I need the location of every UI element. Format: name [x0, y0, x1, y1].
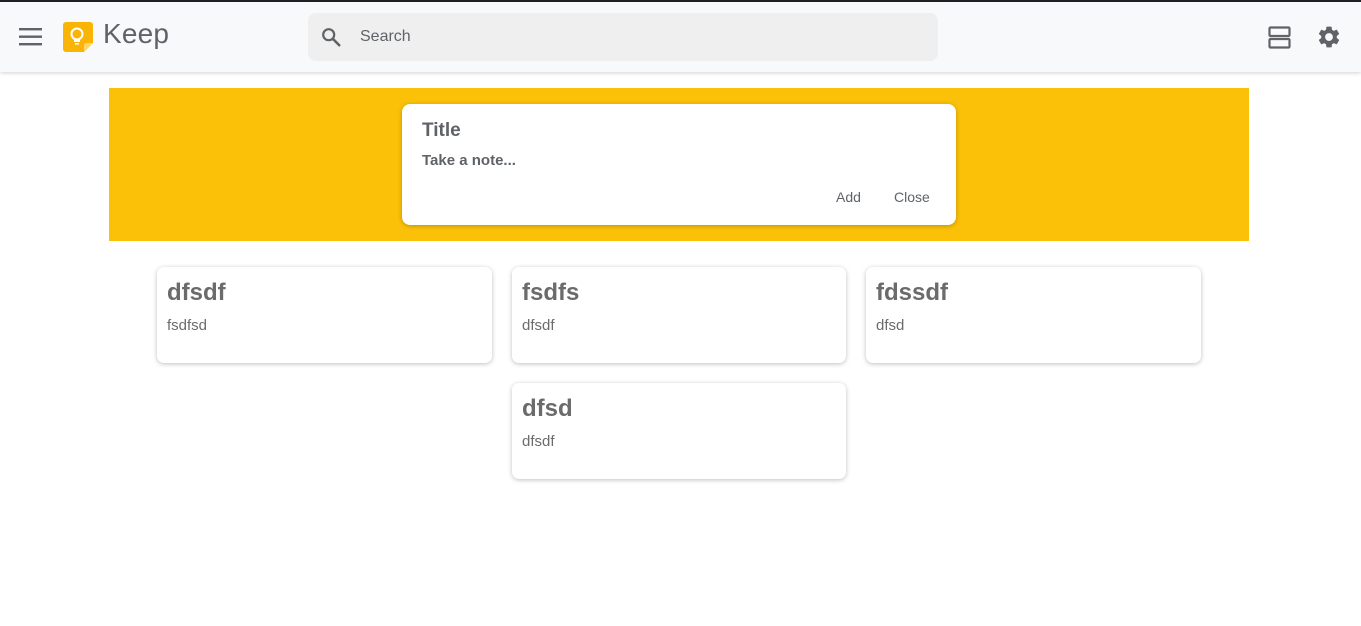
- keep-lightbulb-logo: [63, 22, 93, 52]
- settings-button[interactable]: [1316, 24, 1342, 50]
- note-card[interactable]: dfsd dfsdf: [512, 383, 846, 479]
- note-composer: Title Take a note... Add Close: [402, 104, 956, 225]
- app-header: Keep: [0, 2, 1361, 72]
- list-view-icon: [1268, 26, 1291, 49]
- hamburger-menu-icon: [19, 28, 42, 46]
- app-title: Keep: [103, 18, 170, 49]
- close-composer-button[interactable]: Close: [894, 189, 930, 205]
- note-card[interactable]: fdssdf dfsd: [866, 267, 1201, 363]
- note-content: dfsdf: [522, 433, 555, 450]
- note-content: dfsdf: [522, 317, 555, 334]
- note-title-input[interactable]: Title: [422, 120, 922, 144]
- search-icon[interactable]: [320, 26, 342, 48]
- list-view-toggle-button[interactable]: [1267, 25, 1292, 50]
- note-card[interactable]: dfsdf fsdfsd: [157, 267, 492, 363]
- note-content: dfsd: [876, 317, 905, 334]
- note-title: fsdfs: [522, 279, 580, 306]
- note-card[interactable]: fsdfs dfsdf: [512, 267, 846, 363]
- note-title: fdssdf: [876, 279, 948, 306]
- gear-icon: [1318, 26, 1340, 48]
- search-input[interactable]: [360, 13, 920, 61]
- note-title: dfsdf: [167, 279, 226, 306]
- main-menu-button[interactable]: [16, 24, 46, 50]
- note-body-input[interactable]: Take a note...: [422, 152, 922, 172]
- search-bar[interactable]: [308, 13, 938, 61]
- note-title: dfsd: [522, 395, 573, 422]
- add-note-button[interactable]: Add: [836, 189, 861, 205]
- note-content: fsdfsd: [167, 317, 208, 334]
